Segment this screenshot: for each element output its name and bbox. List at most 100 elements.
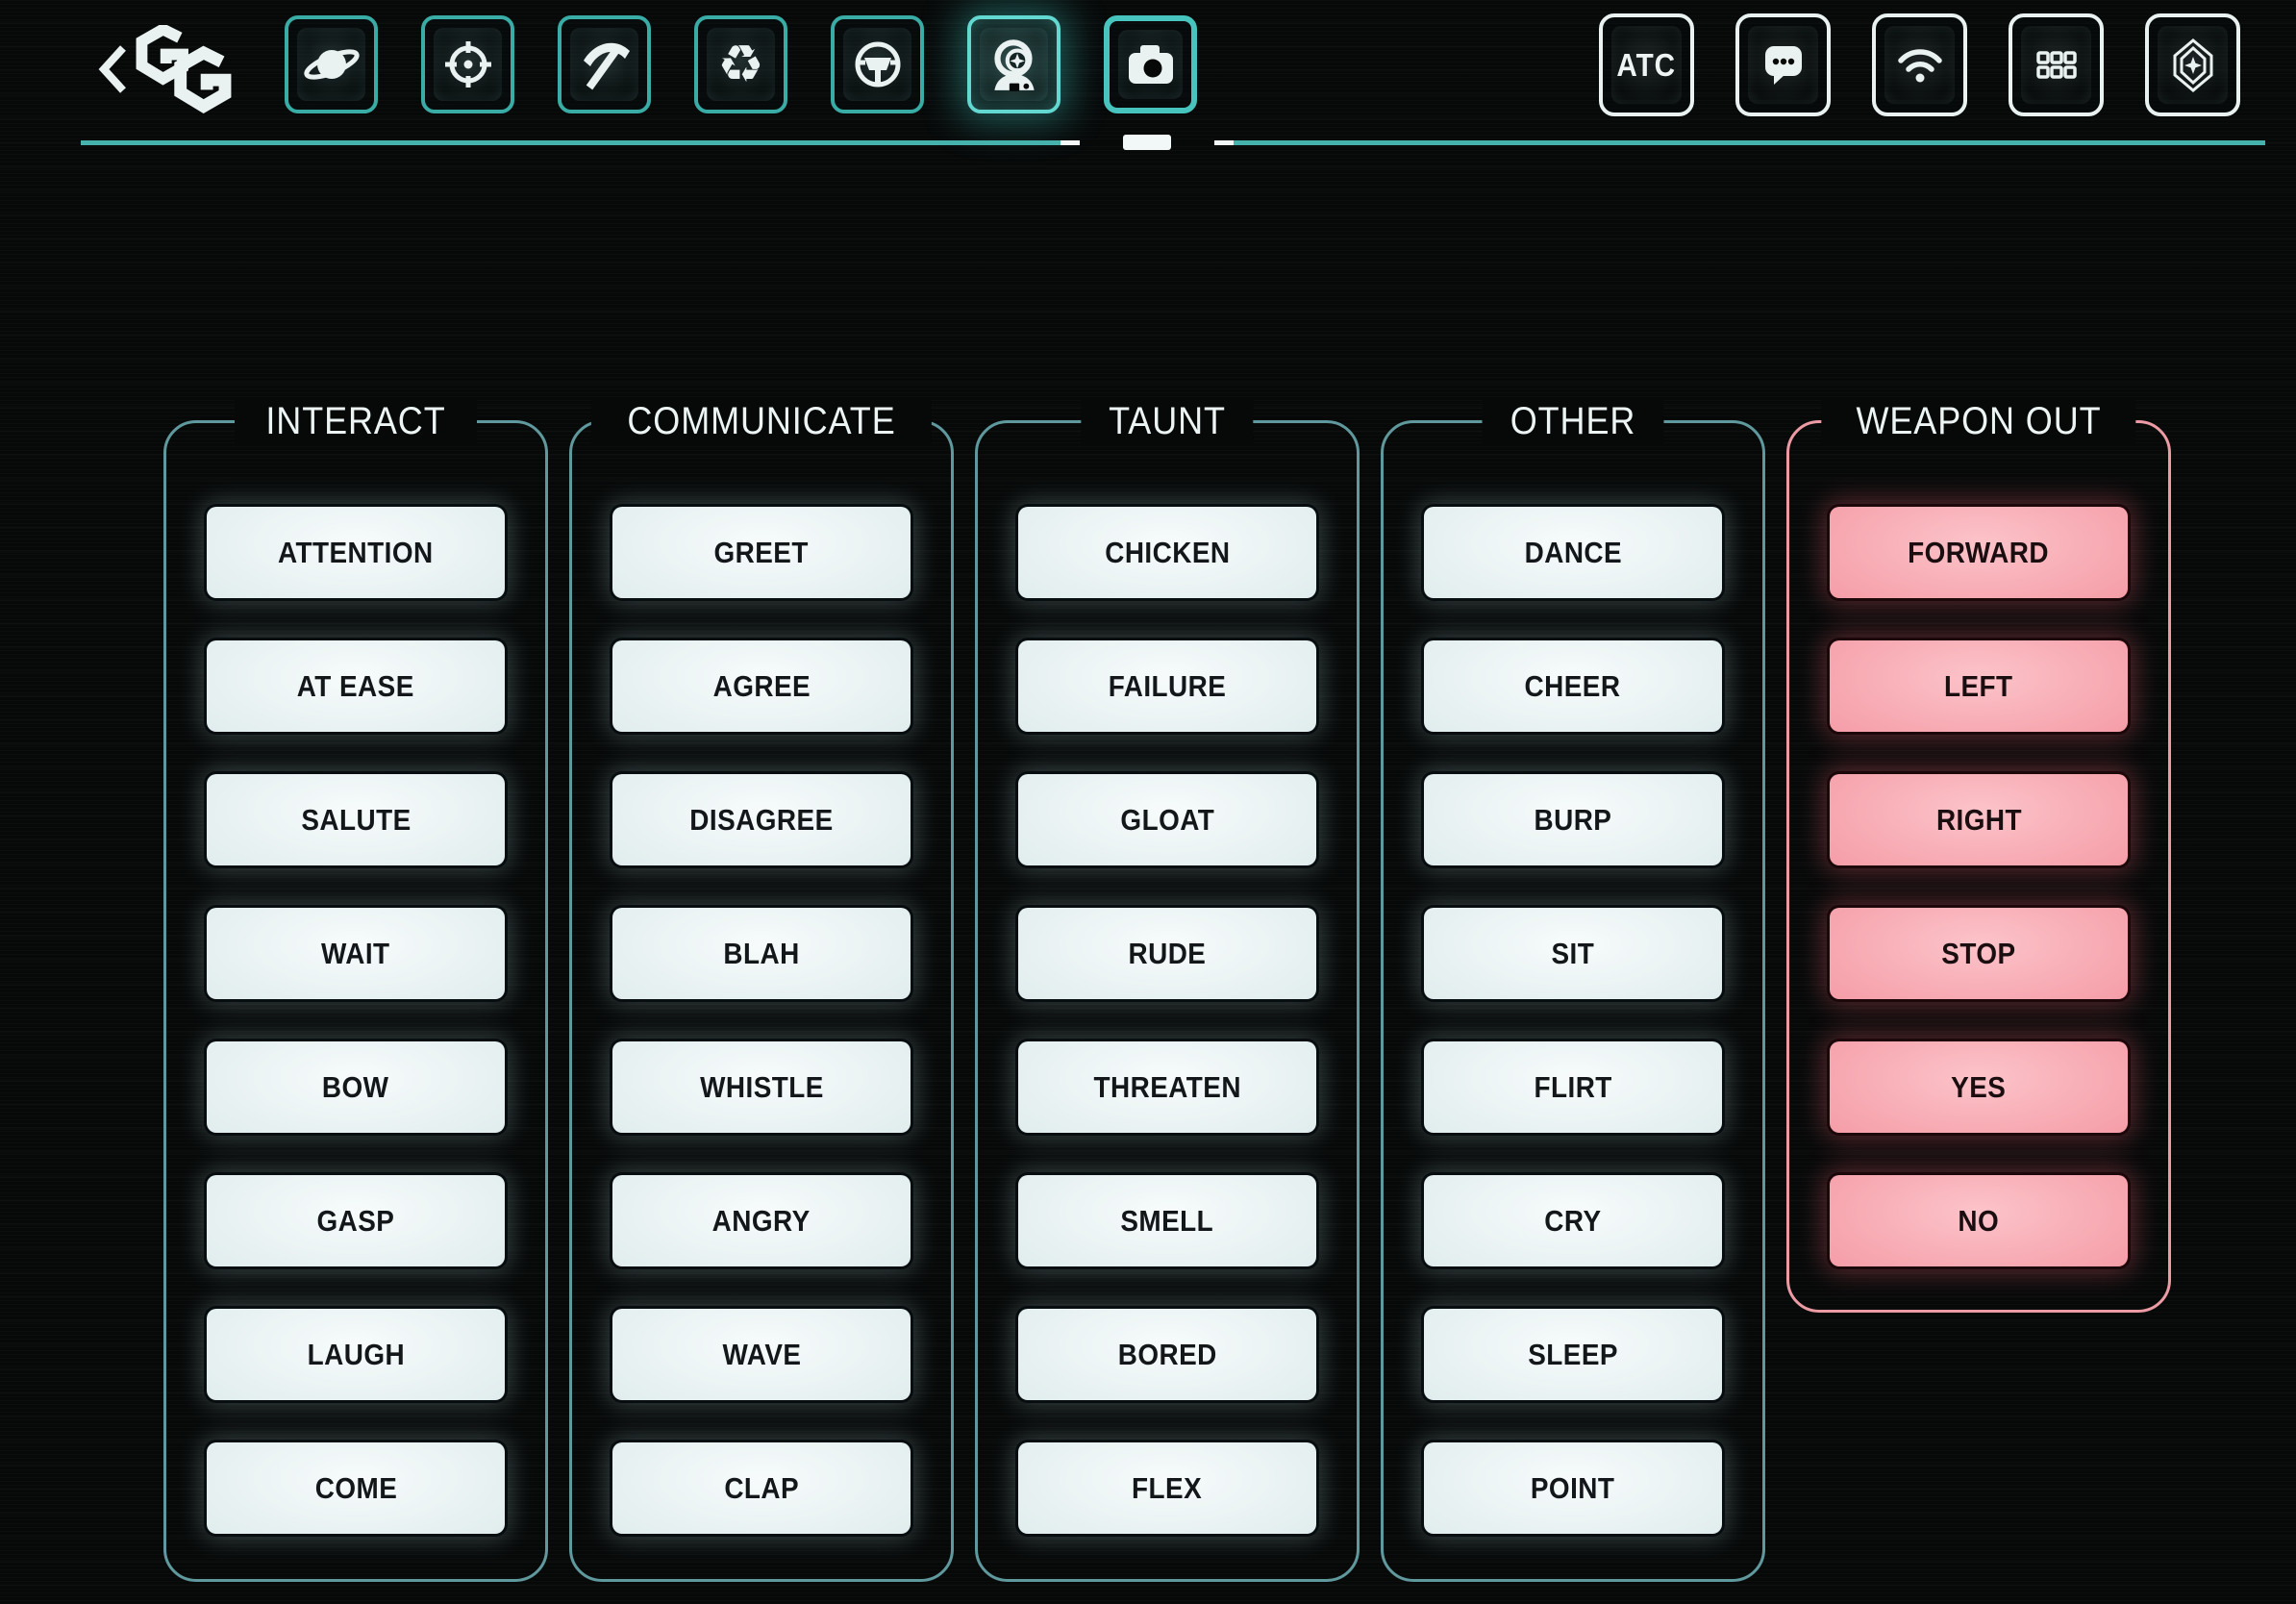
- wifi-button[interactable]: [1872, 13, 1967, 116]
- emote-columns: INTERACT ATTENTIONAT EASESALUTEWAITBOWGA…: [163, 420, 2171, 1582]
- emote-button-sleep[interactable]: SLEEP: [1424, 1309, 1722, 1400]
- apps-grid-button[interactable]: [2009, 13, 2104, 116]
- emote-button-greet[interactable]: GREET: [612, 507, 911, 598]
- emote-button-dance[interactable]: DANCE: [1424, 507, 1722, 598]
- emote-button-gasp[interactable]: GASP: [207, 1175, 505, 1266]
- active-tab-indicator: [1123, 135, 1171, 150]
- emote-button-flex[interactable]: FLEX: [1018, 1442, 1316, 1534]
- emote-button-wait[interactable]: WAIT: [207, 908, 505, 999]
- toolbar: ♻︎: [0, 0, 2296, 144]
- emote-button-label: AT EASE: [297, 669, 414, 704]
- emote-button-agree[interactable]: AGREE: [612, 640, 911, 732]
- emote-button-label: FORWARD: [1909, 536, 2050, 570]
- emote-button-forward[interactable]: FORWARD: [1830, 507, 2128, 598]
- emote-button-label: RIGHT: [1935, 803, 2021, 838]
- emote-button-label: CRY: [1544, 1204, 1601, 1239]
- emote-button-label: WAVE: [722, 1338, 801, 1372]
- nav-camera-button[interactable]: [1104, 15, 1197, 113]
- emote-button-laugh[interactable]: LAUGH: [207, 1309, 505, 1400]
- emote-group-taunt: TAUNT CHICKENFAILUREGLOATRUDETHREATENSME…: [975, 420, 1360, 1582]
- emote-screen: ♻︎: [0, 0, 2296, 1604]
- emblem-button[interactable]: [2145, 13, 2240, 116]
- chat-button[interactable]: [1735, 13, 1831, 116]
- emote-button-label: GASP: [317, 1204, 395, 1239]
- emote-button-label: BOW: [322, 1070, 389, 1105]
- emote-button-label: FLIRT: [1534, 1070, 1611, 1105]
- emote-button-blah[interactable]: BLAH: [612, 908, 911, 999]
- emote-button-label: AGREE: [712, 669, 810, 704]
- emote-button-cry[interactable]: CRY: [1424, 1175, 1722, 1266]
- emote-button-rude[interactable]: RUDE: [1018, 908, 1316, 999]
- emote-button-label: POINT: [1531, 1471, 1615, 1506]
- nav-target-button[interactable]: [421, 15, 514, 113]
- emote-button-threaten[interactable]: THREATEN: [1018, 1041, 1316, 1133]
- emote-button-stop[interactable]: STOP: [1830, 908, 2128, 999]
- astronaut-icon: [983, 33, 1046, 96]
- nav-emotes-button[interactable]: [967, 15, 1061, 113]
- emote-button-point[interactable]: POINT: [1424, 1442, 1722, 1534]
- emote-button-angry[interactable]: ANGRY: [612, 1175, 911, 1266]
- group-title: WEAPON OUT: [1821, 398, 2135, 444]
- emote-button-label: SIT: [1552, 937, 1595, 971]
- emote-button-label: WAIT: [321, 937, 390, 971]
- emote-button-label: ANGRY: [712, 1204, 811, 1239]
- back-button[interactable]: [96, 42, 131, 96]
- gameglass-logo: [133, 25, 248, 125]
- divider-gap: [1080, 140, 1123, 145]
- nav-salvage-button[interactable]: ♻︎: [694, 15, 787, 113]
- emote-button-no[interactable]: NO: [1830, 1175, 2128, 1266]
- emote-button-left[interactable]: LEFT: [1830, 640, 2128, 732]
- emote-group-interact: INTERACT ATTENTIONAT EASESALUTEWAITBOWGA…: [163, 420, 548, 1582]
- emote-button-label: ATTENTION: [278, 536, 434, 570]
- emote-button-attention[interactable]: ATTENTION: [207, 507, 505, 598]
- emote-button-label: RUDE: [1129, 937, 1207, 971]
- atc-label: ATC: [1617, 47, 1677, 84]
- emote-button-bored[interactable]: BORED: [1018, 1309, 1316, 1400]
- emote-group-weapon-out: WEAPON OUT FORWARDLEFTRIGHTSTOPYESNO: [1786, 420, 2171, 1313]
- emote-button-label: BORED: [1117, 1338, 1216, 1372]
- emote-button-label: DANCE: [1524, 536, 1621, 570]
- emote-button-chicken[interactable]: CHICKEN: [1018, 507, 1316, 598]
- emote-button-gloat[interactable]: GLOAT: [1018, 774, 1316, 865]
- emote-button-whistle[interactable]: WHISTLE: [612, 1041, 911, 1133]
- planet-icon: [301, 34, 362, 95]
- nav-tab-bar: ♻︎: [285, 15, 1197, 113]
- emote-button-burp[interactable]: BURP: [1424, 774, 1722, 865]
- emote-button-disagree[interactable]: DISAGREE: [612, 774, 911, 865]
- nav-planet-button[interactable]: [285, 15, 378, 113]
- recycle-icon: ♻︎: [717, 38, 763, 90]
- emote-button-flirt[interactable]: FLIRT: [1424, 1041, 1722, 1133]
- emote-button-label: CHEER: [1525, 669, 1621, 704]
- nav-mining-button[interactable]: [558, 15, 651, 113]
- divider-segment: [1061, 140, 1080, 145]
- pickaxe-icon: [574, 34, 636, 95]
- emote-button-label: THREATEN: [1093, 1070, 1240, 1105]
- emote-button-wave[interactable]: WAVE: [612, 1309, 911, 1400]
- emote-button-failure[interactable]: FAILURE: [1018, 640, 1316, 732]
- emote-button-at-ease[interactable]: AT EASE: [207, 640, 505, 732]
- wifi-icon: [1889, 35, 1951, 96]
- emote-button-label: YES: [1951, 1070, 2006, 1105]
- emote-button-salute[interactable]: SALUTE: [207, 774, 505, 865]
- emote-button-cheer[interactable]: CHEER: [1424, 640, 1722, 732]
- emote-button-right[interactable]: RIGHT: [1830, 774, 2128, 865]
- emote-button-yes[interactable]: YES: [1830, 1041, 2128, 1133]
- chat-icon: [1753, 35, 1814, 96]
- emote-group-other: OTHER DANCECHEERBURPSITFLIRTCRYSLEEPPOIN…: [1381, 420, 1765, 1582]
- emote-button-clap[interactable]: CLAP: [612, 1442, 911, 1534]
- emote-button-label: FLEX: [1132, 1471, 1202, 1506]
- emote-button-smell[interactable]: SMELL: [1018, 1175, 1316, 1266]
- emote-button-bow[interactable]: BOW: [207, 1041, 505, 1133]
- emote-button-come[interactable]: COME: [207, 1442, 505, 1534]
- grid-icon: [2026, 35, 2087, 96]
- group-title: OTHER: [1483, 398, 1664, 444]
- emote-button-label: GLOAT: [1120, 803, 1214, 838]
- steering-wheel-icon: [847, 34, 909, 95]
- nav-driving-button[interactable]: [831, 15, 924, 113]
- emote-button-label: SLEEP: [1528, 1338, 1618, 1372]
- emote-button-label: LEFT: [1944, 669, 2013, 704]
- emote-button-label: BLAH: [723, 937, 799, 971]
- emote-button-label: CHICKEN: [1105, 536, 1230, 570]
- emote-button-sit[interactable]: SIT: [1424, 908, 1722, 999]
- atc-button[interactable]: ATC: [1599, 13, 1694, 116]
